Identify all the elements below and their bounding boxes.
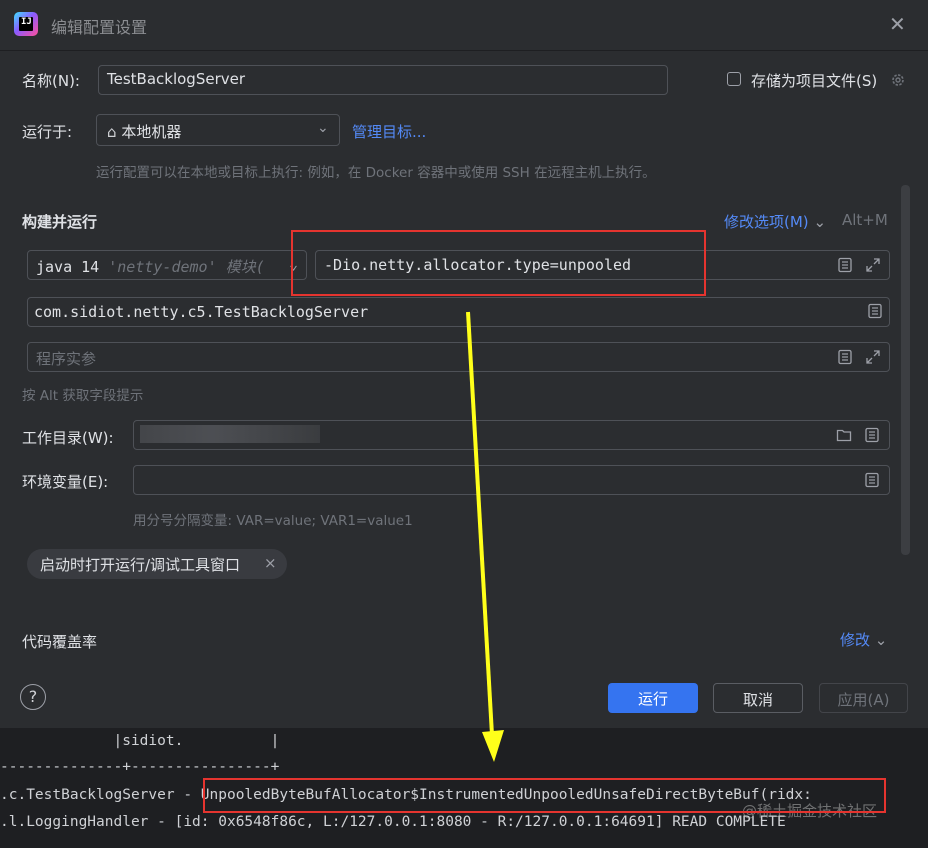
chip-close-icon[interactable]: ×	[264, 554, 277, 572]
intellij-logo-icon: IJ	[14, 12, 38, 36]
store-as-project-file-checkbox[interactable]	[727, 72, 741, 86]
console-line: --------------+----------------+	[0, 759, 280, 775]
store-as-project-file-label[interactable]: 存储为项目文件(S)	[751, 70, 877, 91]
env-vars-label: 环境变量(E):	[22, 473, 109, 491]
scrollbar[interactable]	[901, 185, 910, 555]
window-title: 编辑配置设置	[51, 18, 148, 37]
run-target-value: 本地机器	[121, 123, 182, 141]
open-tool-window-chip: 启动时打开运行/调试工具窗口 ×	[27, 549, 287, 579]
chevron-down-icon: ⌄	[813, 213, 827, 231]
coverage-modify-link[interactable]: 修改 ⌄	[840, 629, 887, 650]
title-bar: IJ 编辑配置设置 ✕	[0, 0, 928, 51]
run-on-label: 运行于:	[22, 123, 73, 141]
jdk-value: java 14	[36, 258, 100, 276]
console-highlight	[203, 778, 886, 813]
run-on-hint: 运行配置可以在本地或目标上执行: 例如，在 Docker 容器中或使用 SSH …	[96, 165, 656, 181]
expand-text-icon[interactable]	[867, 303, 883, 319]
cancel-button[interactable]: 取消	[713, 683, 803, 713]
console-line: .l.LoggingHandler - [id: 0x6548f86c, L:/…	[0, 814, 786, 830]
maximize-icon[interactable]	[865, 349, 881, 365]
expand-text-icon[interactable]	[864, 472, 880, 488]
maximize-icon[interactable]	[865, 257, 881, 273]
home-icon: ⌂	[107, 123, 117, 141]
name-label: 名称(N):	[22, 72, 80, 90]
folder-icon[interactable]	[836, 427, 852, 443]
modify-options-shortcut: Alt+M	[842, 211, 888, 229]
help-button[interactable]: ?	[20, 684, 46, 710]
close-icon[interactable]: ✕	[889, 12, 906, 36]
modify-options-link[interactable]: 修改选项(M) ⌄	[724, 211, 826, 232]
blurred-path	[140, 425, 320, 443]
module-value: 'netty-demo' 模块(	[108, 258, 265, 276]
apply-button[interactable]: 应用(A)	[819, 683, 908, 713]
yellow-arrow	[466, 311, 504, 762]
manage-targets-link[interactable]: 管理目标...	[352, 121, 426, 142]
chip-label: 启动时打开运行/调试工具窗口	[40, 556, 241, 574]
working-dir-label: 工作目录(W):	[22, 429, 114, 447]
expand-text-icon[interactable]	[864, 427, 880, 443]
expand-text-icon[interactable]	[837, 349, 853, 365]
chevron-down-icon: ⌄	[317, 120, 329, 136]
console-line: |sidiot. |	[0, 733, 280, 749]
run-button[interactable]: 运行	[608, 683, 698, 713]
gear-icon[interactable]	[890, 72, 906, 88]
expand-text-icon[interactable]	[837, 257, 853, 273]
chevron-down-icon: ⌄	[874, 631, 888, 649]
env-vars-hint: 用分号分隔变量: VAR=value; VAR1=value1	[133, 513, 413, 529]
name-input[interactable]: TestBacklogServer	[98, 65, 668, 95]
vm-options-highlight	[291, 230, 706, 296]
coverage-label: 代码覆盖率	[22, 633, 98, 651]
alt-hint: 按 Alt 获取字段提示	[22, 388, 144, 404]
jdk-dropdown[interactable]: java 14 'netty-demo' 模块( ⌄	[27, 250, 307, 280]
run-target-dropdown[interactable]: ⌂ 本地机器 ⌄	[96, 114, 340, 146]
build-run-section-title: 构建并运行	[22, 213, 98, 231]
